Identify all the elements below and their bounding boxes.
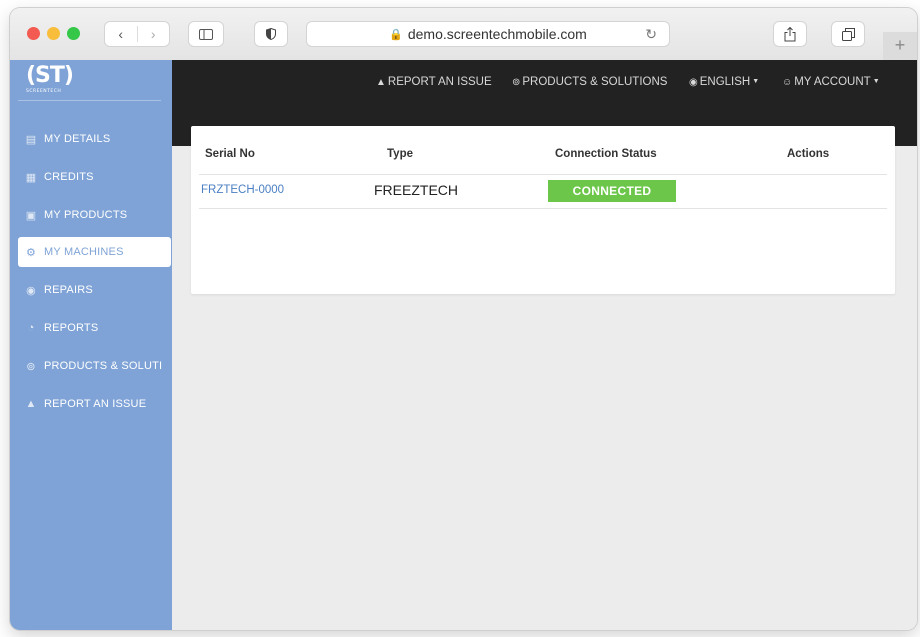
sidebar-item-report-issue[interactable]: ▲ REPORT AN ISSUE (18, 389, 171, 419)
sidebar-item-label: CREDITS (44, 171, 94, 183)
logo-mark: (ST) (26, 63, 74, 88)
logo-subtitle: SCREENTECH (26, 89, 62, 94)
minimize-window-button[interactable] (47, 27, 60, 40)
sidebar-item-label: REPORTS (44, 322, 99, 334)
plus-icon[interactable]: + (883, 32, 917, 60)
machines-table: Serial No Type Connection Status Actions… (191, 126, 895, 294)
chart-icon: ◔ (27, 322, 35, 334)
sidebar-item-repairs[interactable]: ◉ REPAIRS (18, 275, 171, 305)
sidebar-item-my-details[interactable]: ▤ MY DETAILS (18, 124, 171, 154)
divider (18, 100, 161, 101)
credits-icon: ▦ (25, 171, 37, 184)
address-bar[interactable]: 🔒 demo.screentechmobile.com ↻ (307, 22, 669, 46)
nav-language-dropdown[interactable]: ◉ ENGLISH ▼ (689, 76, 759, 88)
machine-type: FREEZTECH (374, 182, 458, 198)
reload-icon[interactable]: ↻ (645, 26, 657, 43)
sidebar-item-label: MY MACHINES (44, 246, 124, 258)
serial-link[interactable]: FRZTECH-0000 (201, 184, 284, 196)
sidebar-item-label: MY PRODUCTS (44, 209, 128, 221)
shield-icon[interactable] (255, 22, 287, 46)
column-header-actions: Actions (787, 148, 830, 160)
nav-label: REPORT AN ISSUE (387, 76, 492, 88)
sidebar-icon[interactable] (189, 22, 223, 46)
nav-products-solutions[interactable]: ⊚ PRODUCTS & SOLUTIONS (512, 76, 667, 88)
caret-down-icon: ▼ (752, 78, 760, 85)
column-header-serial[interactable]: Serial No (205, 148, 255, 160)
sidebar-item-label: MY DETAILS (44, 133, 111, 145)
tabs-icon[interactable] (832, 22, 864, 46)
logo[interactable]: (ST) SCREENTECH (26, 63, 74, 95)
caret-down-icon: ▼ (872, 78, 880, 85)
nav-label: ENGLISH (699, 76, 751, 88)
alert-icon: ▲ (376, 77, 386, 88)
products-icon: ▣ (25, 209, 37, 222)
forward-icon[interactable]: › (136, 26, 170, 42)
divider (199, 174, 887, 175)
sidebar-item-reports[interactable]: ◔ REPORTS (18, 313, 171, 343)
url-text: demo.screentechmobile.com (407, 26, 587, 42)
browser-window: ‹ › 🔒 demo.screentechmobile.com ↻ + (ST)… (10, 8, 917, 630)
cart-icon: ⊚ (512, 77, 521, 88)
globe-icon: ◉ (689, 77, 698, 88)
column-header-status[interactable]: Connection Status (555, 148, 657, 160)
lock-icon: 🔒 (389, 28, 403, 41)
machine-icon: ⚙ (25, 246, 37, 259)
id-card-icon: ▤ (25, 133, 37, 146)
sidebar-item-products-solutions[interactable]: ⊚ PRODUCTS & SOLUTI (18, 351, 171, 381)
app-sidebar: (ST) SCREENTECH ▤ MY DETAILS ▦ CREDITS ▣… (10, 60, 172, 630)
sidebar-item-label: PRODUCTS & SOLUTI (44, 360, 163, 372)
close-window-button[interactable] (27, 27, 40, 40)
alert-icon: ▲ (25, 398, 37, 410)
sidebar-item-label: REPORT AN ISSUE (44, 398, 147, 410)
cart-icon: ⊚ (26, 360, 36, 373)
sidebar-item-my-products[interactable]: ▣ MY PRODUCTS (18, 200, 171, 230)
nav-label: MY ACCOUNT (794, 76, 871, 88)
column-header-type[interactable]: Type (387, 148, 413, 160)
gear-icon: ◉ (26, 284, 36, 297)
user-icon: ☺ (782, 77, 793, 88)
sidebar-item-credits[interactable]: ▦ CREDITS (18, 162, 171, 192)
share-icon[interactable] (774, 22, 806, 46)
nav-report-issue[interactable]: ▲ REPORT AN ISSUE (376, 76, 492, 88)
sidebar-item-label: REPAIRS (44, 284, 93, 296)
browser-toolbar: ‹ › 🔒 demo.screentechmobile.com ↻ + (10, 8, 917, 61)
history-nav: ‹ › (105, 22, 169, 46)
nav-account-dropdown[interactable]: ☺ MY ACCOUNT ▼ (782, 76, 880, 88)
zoom-window-button[interactable] (67, 27, 80, 40)
divider (199, 208, 887, 209)
sidebar-item-my-machines[interactable]: ⚙ MY MACHINES (18, 237, 171, 267)
back-icon[interactable]: ‹ (105, 26, 137, 42)
status-badge: CONNECTED (548, 180, 676, 202)
nav-label: PRODUCTS & SOLUTIONS (522, 76, 668, 88)
